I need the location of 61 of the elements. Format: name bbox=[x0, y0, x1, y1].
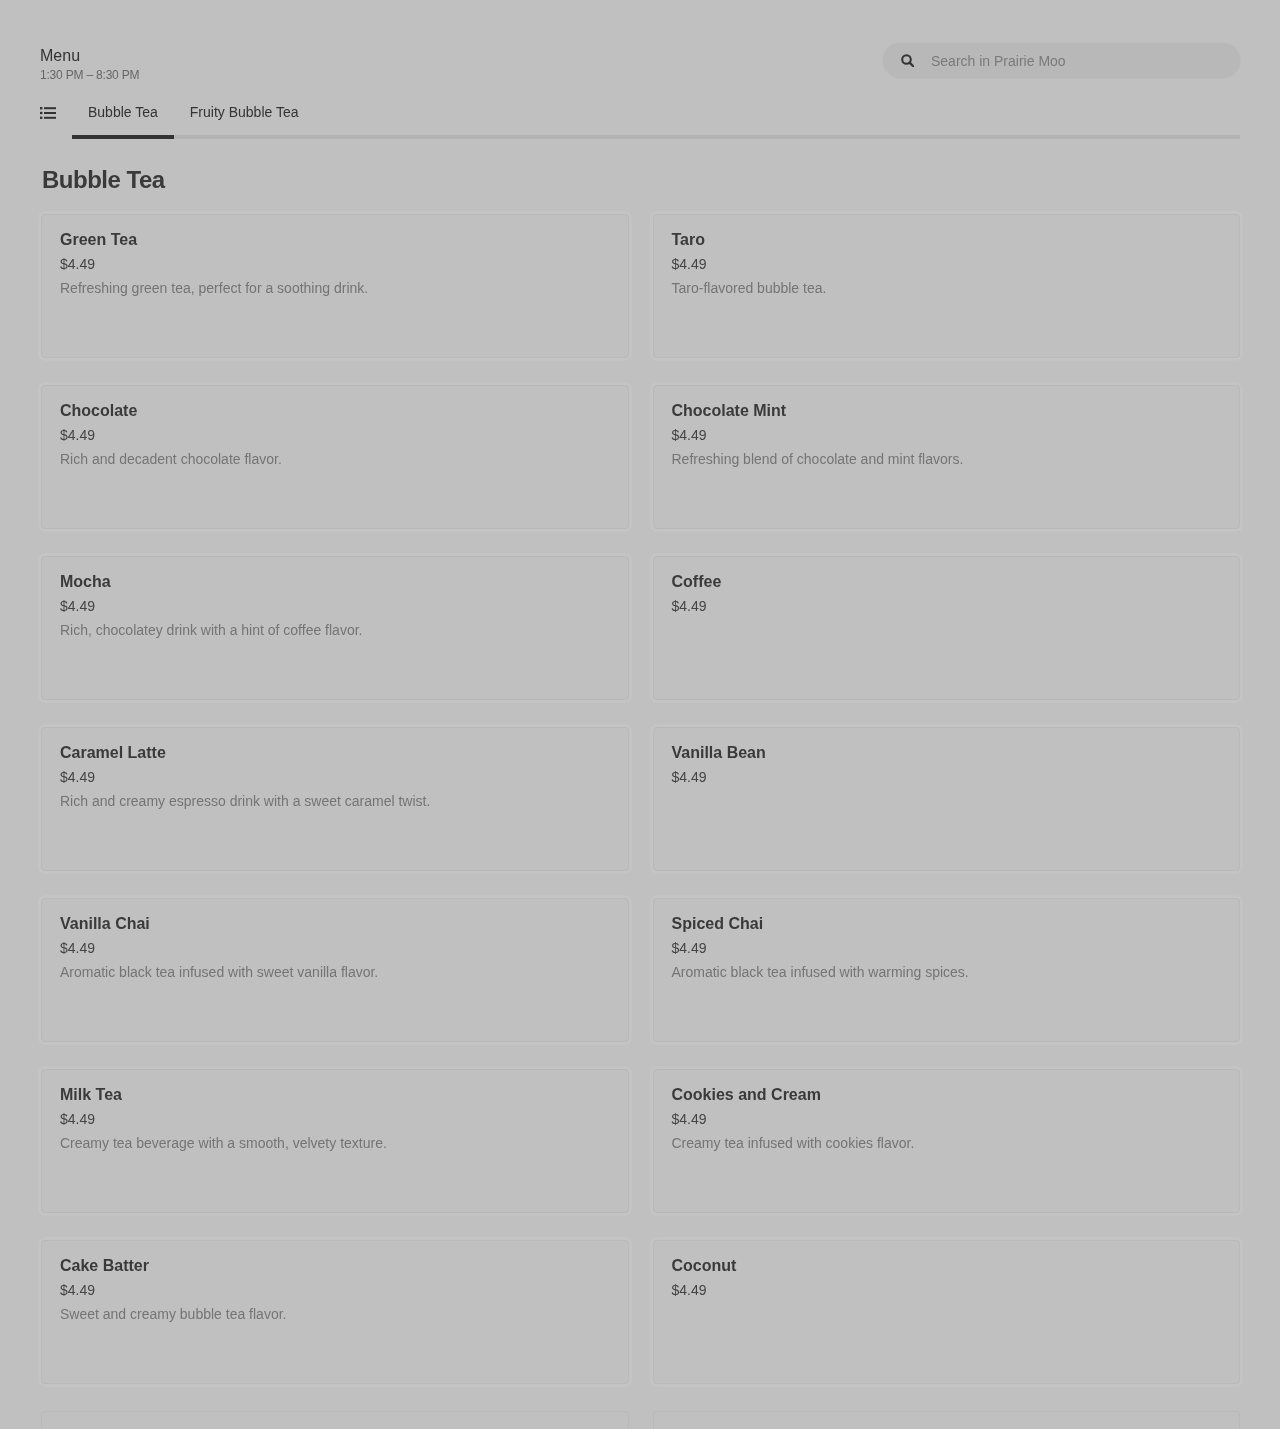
menu-item-card[interactable]: Vanilla Bean $4.49 bbox=[652, 727, 1240, 871]
category-tab[interactable]: Bubble Tea bbox=[72, 95, 174, 139]
menu-title: Menu bbox=[40, 46, 82, 66]
item-price: $4.49 bbox=[671, 597, 708, 615]
item-price: $4.49 bbox=[60, 426, 97, 444]
item-price: $4.49 bbox=[60, 1110, 97, 1128]
item-name: Spiced Chai bbox=[671, 914, 765, 934]
item-description: Rich, chocolatey drink with a hint of coffee flavor. bbox=[60, 621, 364, 639]
menu-item-card[interactable]: Caramel Latte $4.49 Rich and creamy espresso drink with a sweet caramel twist. bbox=[41, 727, 629, 871]
menu-item-card[interactable]: Vanilla Chai $4.49 Aromatic black tea infused with sweet vanilla flavor. bbox=[41, 898, 629, 1042]
item-price: $4.49 bbox=[671, 768, 708, 786]
menu-item-card[interactable]: Chocolate $4.49 Rich and decadent chocolate flavor. bbox=[41, 385, 629, 529]
item-price: $4.49 bbox=[671, 255, 708, 273]
item-name: Coffee bbox=[671, 572, 723, 592]
hours-text: 1:30 PM – 8:30 PM bbox=[40, 67, 140, 83]
item-name: Green Tea bbox=[60, 230, 139, 250]
item-price: $4.49 bbox=[671, 1110, 708, 1128]
menu-item-card[interactable]: Milk Tea $4.49 Creamy tea beverage with a smooth, velvety texture. bbox=[41, 1069, 629, 1213]
item-price: $4.49 bbox=[60, 939, 97, 957]
menu-item-card[interactable]: Mocha $4.49 Rich, chocolatey drink with a hint of coffee flavor. bbox=[41, 556, 629, 700]
item-description: Creamy tea beverage with a smooth, velvety texture. bbox=[60, 1134, 388, 1152]
item-description: Rich and decadent chocolate flavor. bbox=[60, 450, 283, 468]
menu-item-card[interactable]: Spiced Chai $4.49 Aromatic black tea infused with warming spices. bbox=[652, 898, 1240, 1042]
item-price: $4.49 bbox=[60, 255, 97, 273]
item-description: Refreshing green tea, perfect for a soothing drink. bbox=[60, 279, 370, 297]
item-name: Vanilla Chai bbox=[60, 914, 151, 934]
item-name: Cookies and Cream bbox=[671, 1085, 822, 1105]
menu-item-card[interactable]: Taro $4.49 Taro-flavored bubble tea. bbox=[652, 214, 1240, 358]
item-description: Aromatic black tea infused with sweet vanilla flavor. bbox=[60, 963, 380, 981]
item-name: Chocolate bbox=[60, 401, 139, 421]
item-name: Chocolate Mint bbox=[671, 401, 788, 421]
menu-item-card[interactable]: Coffee $4.49 bbox=[652, 556, 1240, 700]
item-price: $4.49 bbox=[60, 1281, 97, 1299]
section-heading: Bubble Tea bbox=[42, 165, 165, 195]
category-tab[interactable]: Fruity Bubble Tea bbox=[173, 95, 315, 139]
menu-item-card[interactable]: Cookies and Cream $4.49 Creamy tea infused with cookies flavor. bbox=[652, 1069, 1240, 1213]
item-name: Milk Tea bbox=[60, 1085, 123, 1105]
item-price: $4.49 bbox=[671, 939, 708, 957]
item-price: $4.49 bbox=[60, 597, 97, 615]
item-description: Aromatic black tea infused with warming spices. bbox=[671, 963, 970, 981]
menu-item-card[interactable]: Coconut $4.49 bbox=[652, 1240, 1240, 1384]
item-price: $4.49 bbox=[671, 426, 708, 444]
list-icon[interactable] bbox=[40, 107, 56, 119]
item-name: Vanilla Bean bbox=[671, 743, 767, 763]
item-description: Taro-flavored bubble tea. bbox=[671, 279, 828, 297]
search-field[interactable]: Search in Prairie Moo bbox=[883, 43, 1240, 78]
item-description: Sweet and creamy bubble tea flavor. bbox=[60, 1305, 288, 1323]
item-description: Rich and creamy espresso drink with a sweet caramel twist. bbox=[60, 792, 432, 810]
search-icon bbox=[901, 54, 914, 67]
item-description: Refreshing blend of chocolate and mint flavors. bbox=[671, 450, 965, 468]
item-name: Coconut bbox=[671, 1256, 738, 1276]
item-price: $4.49 bbox=[671, 1281, 708, 1299]
item-name: Caramel Latte bbox=[60, 743, 167, 763]
item-name: Cake Batter bbox=[60, 1256, 150, 1276]
menu-item-card[interactable]: Cake Batter $4.49 Sweet and creamy bubble tea flavor. bbox=[41, 1240, 629, 1384]
item-name: Mocha bbox=[60, 572, 112, 592]
menu-item-card[interactable]: Chocolate Mint $4.49 Refreshing blend of chocolate and mint flavors. bbox=[652, 385, 1240, 529]
menu-item-card[interactable]: Green Tea $4.49 Refreshing green tea, perfect for a soothing drink. bbox=[41, 214, 629, 358]
item-description: Creamy tea infused with cookies flavor. bbox=[671, 1134, 916, 1152]
item-price: $4.49 bbox=[60, 768, 97, 786]
item-name: Taro bbox=[671, 230, 706, 250]
